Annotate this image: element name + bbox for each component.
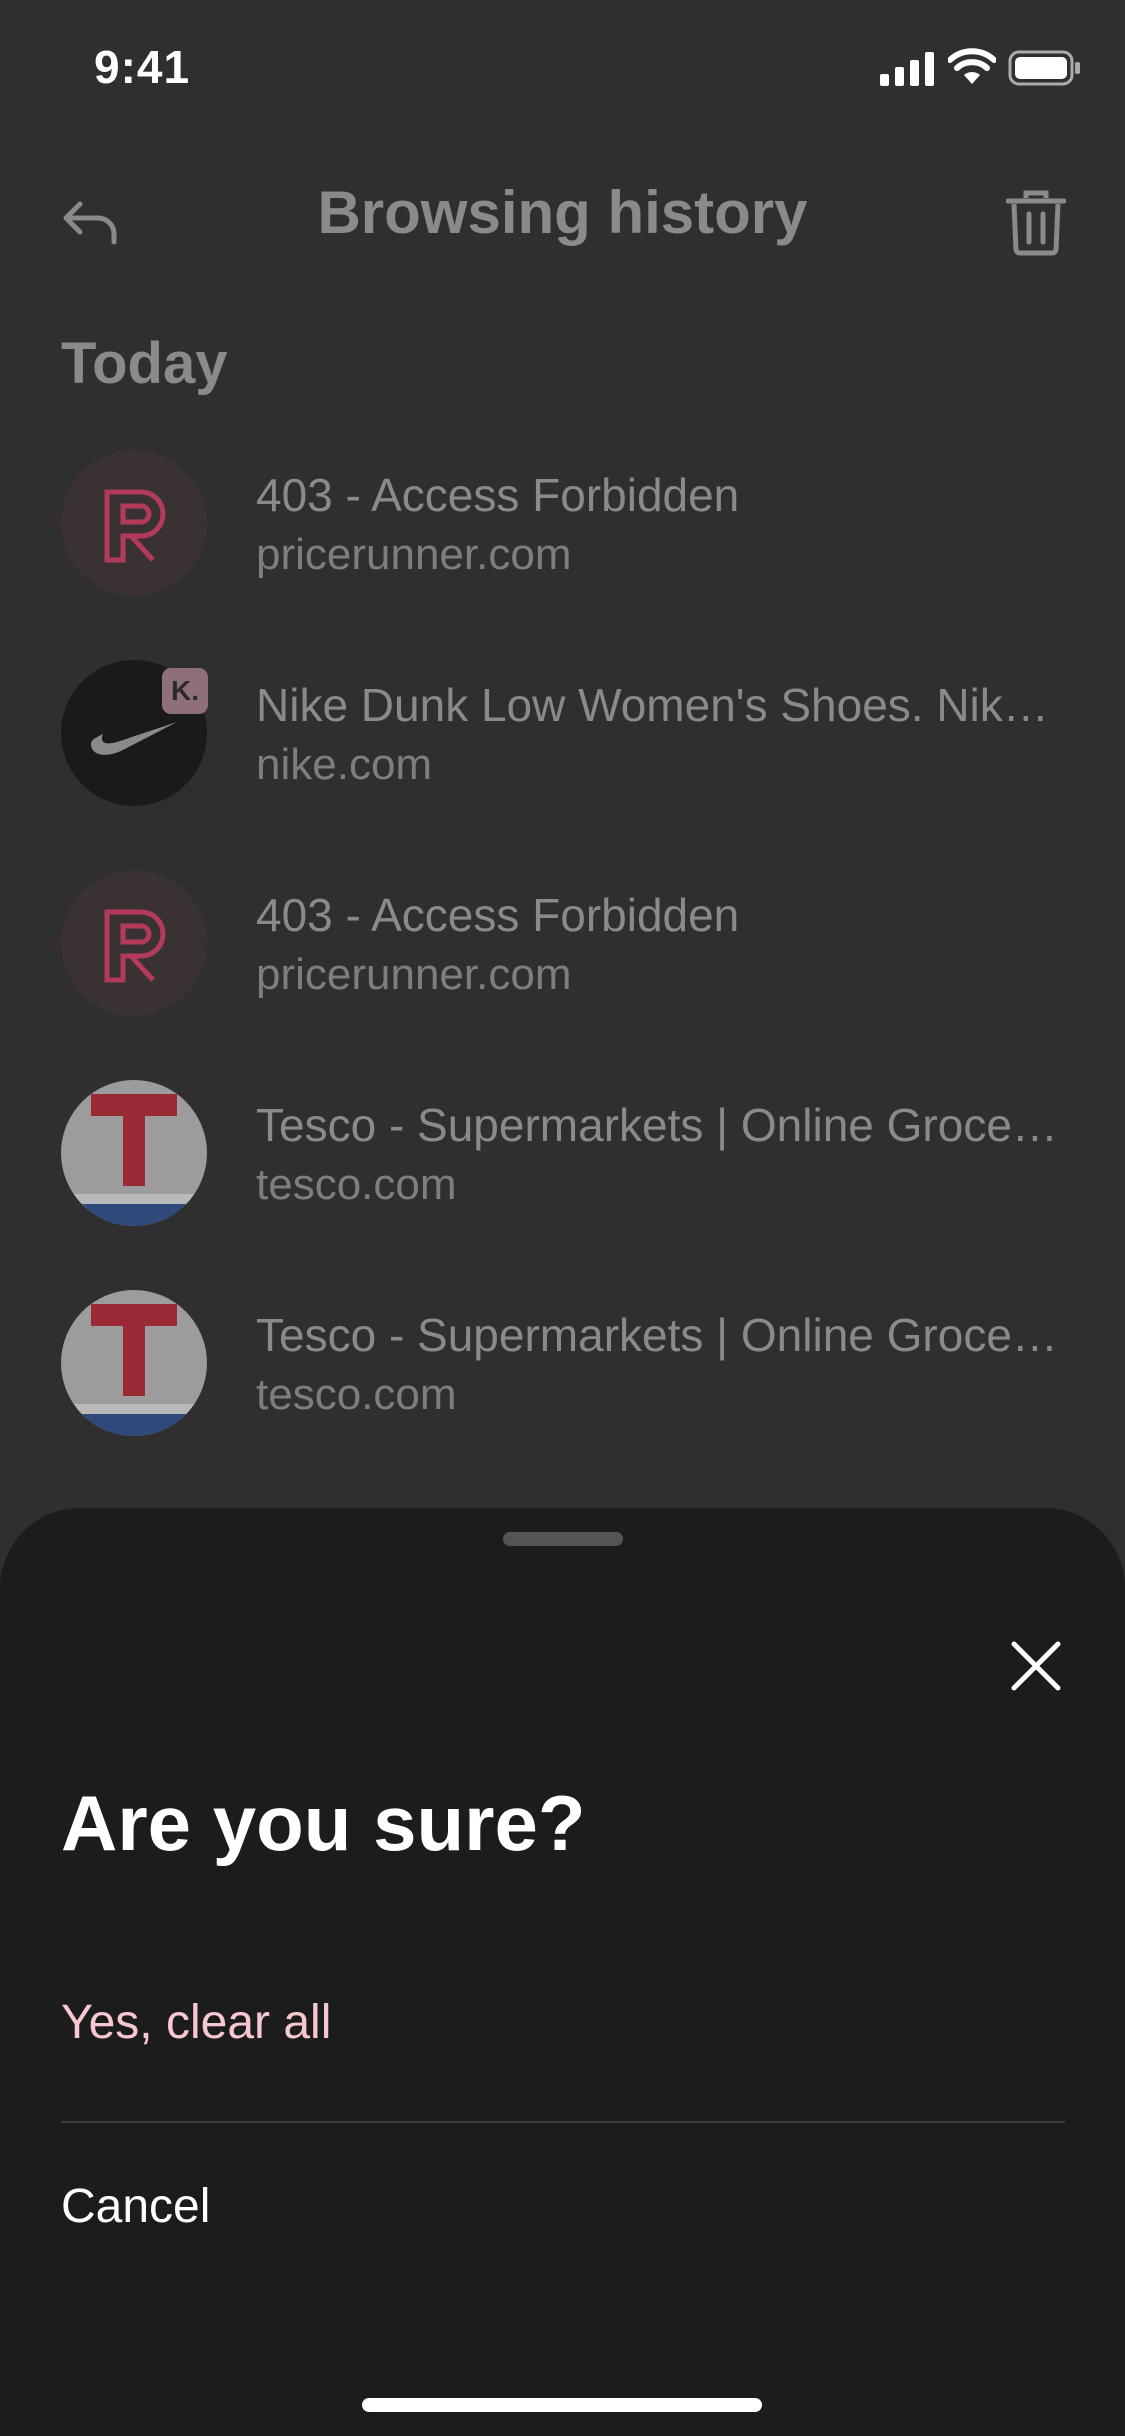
pricerunner-logo-icon xyxy=(61,870,207,1016)
sheet-title: Are you sure? xyxy=(61,1779,586,1867)
history-domain: pricerunner.com xyxy=(256,530,572,579)
history-domain: tesco.com xyxy=(256,1160,457,1209)
history-title: 403 - Access Forbidden xyxy=(256,469,740,521)
cellular-signal-icon xyxy=(880,52,934,86)
divider xyxy=(61,2121,1065,2123)
cancel-button[interactable]: Cancel xyxy=(61,2179,210,2234)
history-domain: nike.com xyxy=(256,740,433,789)
wifi-icon xyxy=(948,48,996,84)
close-icon[interactable] xyxy=(1006,1636,1066,1696)
page-title: Browsing history xyxy=(317,179,808,246)
tesco-logo-icon xyxy=(61,1080,207,1226)
status-bar: 9:41 xyxy=(0,0,1125,140)
history-title: Nike Dunk Low Women's Shoes. Nike.com xyxy=(256,679,1066,731)
history-title: 403 - Access Forbidden xyxy=(256,889,740,941)
history-domain: pricerunner.com xyxy=(256,950,572,999)
clear-all-button[interactable]: Yes, clear all xyxy=(61,1995,331,2050)
app-header: Browsing history xyxy=(0,160,1125,270)
section-heading-today: Today xyxy=(61,331,228,396)
home-indicator[interactable] xyxy=(362,2398,762,2412)
pricerunner-logo-icon xyxy=(61,450,207,596)
status-time: 9:41 xyxy=(94,41,191,93)
history-item[interactable]: Tesco - Supermarkets | Online Groceries … xyxy=(0,1080,1125,1230)
history-domain: tesco.com xyxy=(256,1370,457,1419)
sheet-grabber[interactable] xyxy=(503,1532,623,1546)
history-item[interactable]: 403 - Access Forbidden pricerunner.com xyxy=(0,870,1125,1020)
trash-icon[interactable] xyxy=(1006,190,1066,256)
history-item[interactable]: 403 - Access Forbidden pricerunner.com xyxy=(0,450,1125,600)
tesco-logo-icon xyxy=(61,1290,207,1436)
klarna-badge: K. xyxy=(162,668,208,714)
history-item[interactable]: Tesco - Supermarkets | Online Groceries … xyxy=(0,1290,1125,1440)
history-title: Tesco - Supermarkets | Online Groceries xyxy=(256,1099,1066,1151)
history-title: Tesco - Supermarkets | Online Groceries xyxy=(256,1309,1066,1361)
confirm-bottom-sheet: Are you sure? Yes, clear all Cancel xyxy=(0,1508,1125,2436)
battery-icon xyxy=(1008,50,1080,86)
